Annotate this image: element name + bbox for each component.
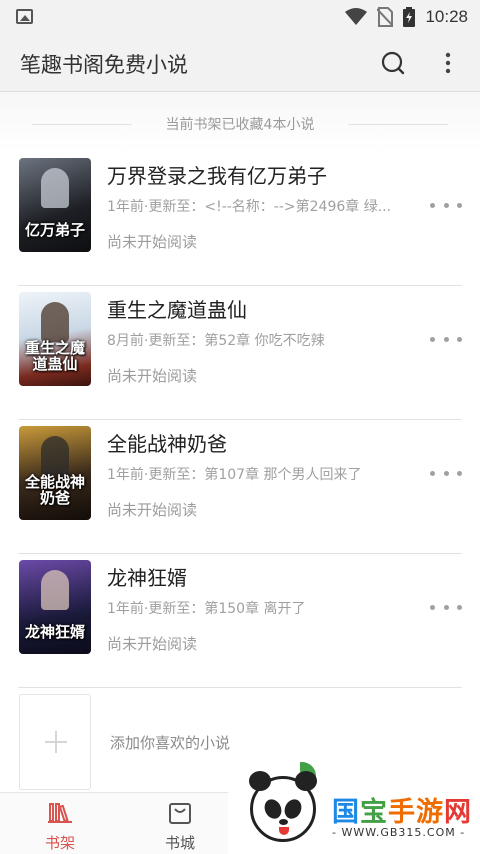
wifi-icon	[345, 8, 368, 25]
status-time: 10:28	[425, 7, 468, 26]
watermark-logo: 国宝手游网 - WWW.GB315.COM -	[228, 760, 480, 854]
nav-label-bookshelf: 书架	[44, 834, 75, 852]
cover-figure	[41, 436, 69, 476]
book-item[interactable]: 龙神狂婿 龙神狂婿 1年前·更新至：第150章 离开了 尚未开始阅读	[0, 554, 480, 688]
search-icon[interactable]	[378, 48, 408, 78]
book-update-info: 1年前·更新至：第107章 那个男人回来了	[107, 467, 362, 483]
battery-charging-icon	[403, 7, 416, 27]
bag-icon	[169, 803, 191, 824]
more-horiz-icon[interactable]	[430, 466, 462, 480]
status-bar: 10:28	[0, 0, 480, 34]
shelf-count-banner: 当前书架已收藏4本小说	[0, 92, 480, 152]
book-item[interactable]: 亿万弟子 万界登录之我有亿万弟子 1年前·更新至：<!--名称：-->第2496…	[0, 152, 480, 286]
cover-figure	[41, 168, 69, 208]
cover-title: 全能战神奶爸	[24, 473, 85, 507]
book-title: 重生之魔道蛊仙	[107, 298, 247, 322]
watermark-name: 国宝手游网	[332, 797, 472, 828]
image-notification-icon	[16, 9, 33, 24]
book-progress: 尚未开始阅读	[107, 501, 198, 519]
book-item[interactable]: 重生之魔道蛊仙 重生之魔道蛊仙 8月前·更新至：第52章 你吃不吃辣 尚未开始阅…	[0, 286, 480, 420]
book-progress: 尚未开始阅读	[107, 367, 198, 385]
book-title: 龙神狂婿	[107, 566, 187, 590]
book-cover[interactable]: 全能战神奶爸	[19, 426, 91, 520]
more-horiz-icon[interactable]	[430, 198, 462, 212]
book-title: 全能战神奶爸	[107, 432, 227, 456]
no-sim-icon	[377, 7, 394, 27]
status-icons: 10:28	[345, 6, 468, 28]
book-title: 万界登录之我有亿万弟子	[107, 164, 327, 188]
cover-title: 龙神狂婿	[24, 623, 85, 641]
divider-right	[348, 124, 448, 125]
book-progress: 尚未开始阅读	[107, 233, 198, 251]
nav-label-bookstore: 书城	[164, 834, 195, 852]
watermark-url: - WWW.GB315.COM -	[332, 826, 466, 839]
book-progress: 尚未开始阅读	[107, 635, 198, 653]
book-item[interactable]: 全能战神奶爸 全能战神奶爸 1年前·更新至：第107章 那个男人回来了 尚未开始…	[0, 420, 480, 554]
book-update-info: 1年前·更新至：<!--名称：-->第2496章 绿...	[107, 199, 392, 215]
book-update-info: 1年前·更新至：第150章 离开了	[107, 601, 306, 617]
book-cover[interactable]: 亿万弟子	[19, 158, 91, 252]
add-book-plus-icon[interactable]	[19, 694, 91, 790]
nav-tab-bookshelf[interactable]: 书架	[25, 801, 95, 853]
more-horiz-icon[interactable]	[430, 600, 462, 614]
cover-title: 亿万弟子	[24, 221, 85, 239]
book-list: 亿万弟子 万界登录之我有亿万弟子 1年前·更新至：<!--名称：-->第2496…	[0, 152, 480, 688]
app-title: 笔趣书阁免费小说	[20, 53, 188, 77]
book-cover[interactable]: 龙神狂婿	[19, 560, 91, 654]
more-horiz-icon[interactable]	[430, 332, 462, 346]
cover-figure	[41, 570, 69, 610]
nav-tab-bookstore[interactable]: 书城	[145, 801, 215, 853]
book-update-info: 8月前·更新至：第52章 你吃不吃辣	[107, 333, 325, 349]
cover-title: 重生之魔道蛊仙	[24, 339, 85, 373]
cover-figure	[41, 302, 69, 342]
book-cover[interactable]: 重生之魔道蛊仙	[19, 292, 91, 386]
add-book-label: 添加你喜欢的小说	[110, 734, 231, 752]
panda-icon	[249, 771, 317, 842]
app-bar: 笔趣书阁免费小说	[0, 34, 480, 92]
more-vert-icon[interactable]	[434, 48, 462, 78]
bookshelf-icon	[48, 803, 72, 823]
